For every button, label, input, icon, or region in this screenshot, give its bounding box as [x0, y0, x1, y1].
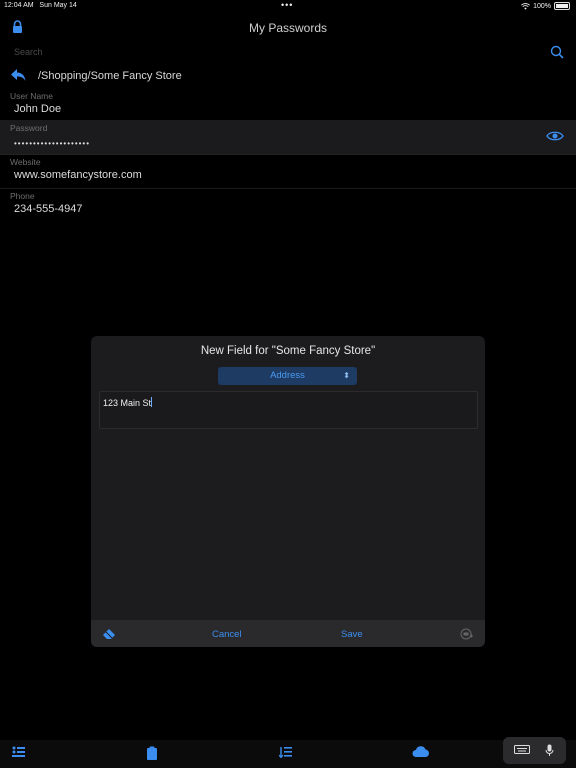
- chevron-up-down-icon: ⬍: [343, 371, 350, 380]
- new-field-dialog: New Field for "Some Fancy Store" Address…: [91, 336, 485, 647]
- keyboard-shortcuts-bar: [503, 737, 566, 764]
- eye-icon[interactable]: [546, 130, 564, 142]
- battery-percent: 100%: [533, 2, 551, 10]
- dialog-title: New Field for "Some Fancy Store": [200, 345, 376, 357]
- eraser-icon[interactable]: [102, 628, 116, 640]
- field-website[interactable]: Website www.somefancystore.com: [0, 154, 576, 189]
- field-label: User Name: [10, 91, 53, 101]
- field-label: Website: [10, 157, 41, 167]
- field-value: www.somefancystore.com: [14, 169, 142, 181]
- field-label: Password: [10, 123, 48, 133]
- text-caret: [151, 397, 153, 407]
- keyboard-icon[interactable]: [514, 745, 530, 756]
- multitasking-dots-icon[interactable]: •••: [281, 0, 293, 10]
- save-button[interactable]: Save: [341, 629, 363, 640]
- sort-list-icon[interactable]: [279, 746, 292, 758]
- cloud-sync-icon[interactable]: [412, 746, 430, 758]
- microphone-icon[interactable]: [545, 744, 554, 757]
- back-arrow-icon[interactable]: [10, 68, 26, 82]
- battery-icon: [554, 2, 570, 10]
- search-input[interactable]: Search: [14, 47, 43, 57]
- page-title: My Passwords: [248, 21, 328, 35]
- wifi-icon: [521, 2, 531, 10]
- cancel-button[interactable]: Cancel: [212, 629, 242, 640]
- field-value: ••••••••••••••••••••: [14, 139, 91, 148]
- field-value-text: 123 Main St: [103, 398, 152, 408]
- bottom-toolbar: [0, 740, 576, 768]
- search-icon[interactable]: [550, 45, 564, 59]
- field-value: 234-555-4947: [14, 203, 83, 215]
- breadcrumb: /Shopping/Some Fancy Store: [38, 70, 182, 82]
- list-settings-icon[interactable]: [12, 746, 25, 758]
- field-label: Phone: [10, 191, 35, 201]
- field-value-input[interactable]: 123 Main St: [99, 391, 478, 429]
- field-user-name[interactable]: User Name John Doe: [0, 88, 576, 121]
- field-type-select[interactable]: Address ⬍: [218, 367, 357, 385]
- field-value: John Doe: [14, 103, 62, 115]
- status-bar: 12:04 AM Sun May 14 ••• 100%: [0, 0, 576, 12]
- field-type-value: Address: [270, 370, 305, 381]
- status-right: 100%: [521, 2, 570, 10]
- clipboard-icon[interactable]: [146, 746, 158, 760]
- status-time: 12:04 AM Sun May 14: [4, 2, 77, 9]
- add-field-icon[interactable]: [460, 628, 474, 640]
- field-phone[interactable]: Phone 234-555-4947: [0, 188, 576, 222]
- field-password[interactable]: Password ••••••••••••••••••••: [0, 120, 576, 155]
- dialog-toolbar: Cancel Save: [91, 620, 485, 647]
